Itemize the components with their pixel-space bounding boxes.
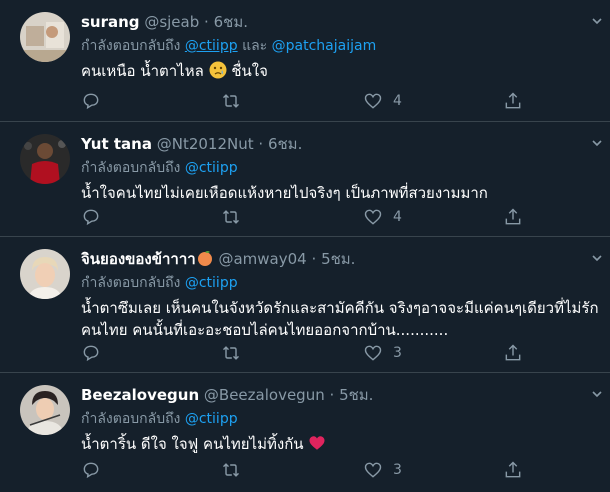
user-handle[interactable]: @sjeab [144,13,199,31]
separator-dot: · [204,13,209,31]
separator-dot: · [329,386,335,404]
reply-icon [83,462,99,479]
mention-link[interactable]: @ctiipp [185,275,238,291]
tweet-2[interactable]: Yut tana @Nt2012Nut · 6ชม. กำลังตอบกลับถ… [0,122,610,237]
retweet-icon [222,346,240,360]
tweet-text: น้ำตาซึมเลย เห็นคนในจังหวัดรักและสามัคคี… [81,299,599,339]
conjunction: และ [242,38,268,54]
like-icon [364,93,382,109]
red-heart-emoji [309,436,325,450]
reply-icon [83,93,99,110]
display-name[interactable]: จินยองของข้าาาา [81,250,196,268]
tweet-text: น้ำใจคนไทยไม่เคยเหือดแห้งหายไปจริงๆ เป็น… [81,184,488,202]
share-icon [505,208,521,225]
chevron-down-icon[interactable] [590,387,604,401]
avatar[interactable] [20,249,70,299]
like-count: 3 [393,462,402,478]
timestamp[interactable]: 6ชม. [268,135,302,153]
timestamp[interactable]: 6ชม. [214,13,248,31]
replying-to-label: กำลังตอบกลับถึง [81,275,181,291]
separator-dot: · [311,250,317,268]
replying-to-label: กำลังตอบกลับถึง [81,411,181,427]
chevron-down-icon[interactable] [590,14,604,28]
like-icon [364,462,382,478]
reply-button[interactable] [81,90,101,112]
retweet-button[interactable] [221,459,241,481]
timestamp[interactable]: 5ชม. [321,250,355,268]
separator-dot: · [258,135,264,153]
chevron-down-icon[interactable] [590,251,604,265]
like-button[interactable]: 3 [363,459,402,481]
retweet-button[interactable] [221,90,241,112]
tweet-text-part: ชื่นใจ [231,62,268,80]
replying-to-label: กำลังตอบกลับถึง [81,38,181,54]
like-button[interactable]: 4 [363,206,402,228]
like-count: 4 [393,209,402,225]
user-handle[interactable]: @amway04 [218,250,306,268]
tweet-text: คนเหนือ น้ำตาไหล ชื่นใจ [81,60,601,82]
user-handle[interactable]: @Beezalovegun [204,386,325,404]
like-count: 3 [393,345,402,361]
like-icon [364,345,382,361]
crying-face-emoji [209,61,227,79]
display-name[interactable]: Yut tana [81,135,152,153]
peach-emoji [197,251,212,266]
replying-to: กำลังตอบกลับถึง @ctiipp และ @patchajaija… [81,36,376,56]
retweet-icon [222,463,240,477]
avatar[interactable] [20,134,70,184]
mention-link[interactable]: @ctiipp [185,160,238,176]
like-button[interactable]: 3 [363,342,402,364]
share-button[interactable] [503,459,523,481]
tweet-4[interactable]: Beezalovegun @Beezalovegun · 5ชม. กำลังต… [0,373,610,492]
display-name[interactable]: Beezalovegun [81,386,199,404]
reply-button[interactable] [81,459,101,481]
share-icon [505,344,521,361]
tweet-1[interactable]: surang @sjeab · 6ชม. กำลังตอบกลับถึง @ct… [0,0,610,122]
replying-to-label: กำลังตอบกลับถึง [81,160,181,176]
reply-icon [83,345,99,362]
share-icon [505,92,521,109]
share-icon [505,461,521,478]
like-button[interactable]: 4 [363,90,402,112]
like-count: 4 [393,93,402,109]
retweet-button[interactable] [221,342,241,364]
mention-link[interactable]: @patchajaijam [272,38,377,54]
avatar[interactable] [20,12,70,62]
share-button[interactable] [503,90,523,112]
retweet-icon [222,210,240,224]
reply-button[interactable] [81,342,101,364]
display-name[interactable]: surang [81,13,140,31]
reply-icon [83,209,99,226]
replying-to: กำลังตอบกลับถึง @ctiipp [81,409,238,429]
reply-button[interactable] [81,206,101,228]
mention-link[interactable]: @ctiipp [185,38,238,54]
retweet-button[interactable] [221,206,241,228]
tweet-text-part: น้ำตาริ้น ดีใจ ใจฟู คนไทยไม่ทิ้งกัน [81,435,304,453]
timestamp[interactable]: 5ชม. [339,386,373,404]
replying-to: กำลังตอบกลับถึง @ctiipp [81,273,238,293]
retweet-icon [222,94,240,108]
tweet-text-part: คนเหนือ น้ำตาไหล [81,62,204,80]
tweet-3[interactable]: จินยองของข้าาาา @amway04 · 5ชม. กำลังตอบ… [0,237,610,373]
replying-to: กำลังตอบกลับถึง @ctiipp [81,158,238,178]
chevron-down-icon[interactable] [590,136,604,150]
share-button[interactable] [503,206,523,228]
tweet-text: น้ำตาริ้น ดีใจ ใจฟู คนไทยไม่ทิ้งกัน [81,433,601,455]
share-button[interactable] [503,342,523,364]
avatar[interactable] [20,385,70,435]
mention-link[interactable]: @ctiipp [185,411,238,427]
user-handle[interactable]: @Nt2012Nut [157,135,254,153]
like-icon [364,209,382,225]
